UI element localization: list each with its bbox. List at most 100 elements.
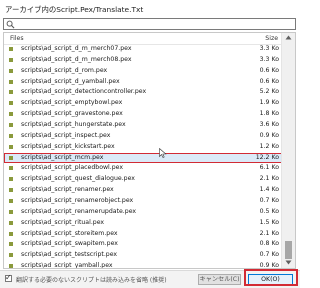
file-name: scripts\ad_script_mcm.pex (21, 153, 104, 161)
file-name: scripts\ad_script_gravestone.pex (21, 110, 123, 118)
file-size: 3.6 Ko (259, 121, 279, 129)
file-row[interactable]: scripts\ad_script_d_rom.pex 0.6 Ko (4, 66, 283, 77)
column-header-size[interactable]: Size (265, 35, 278, 42)
file-row[interactable]: scripts\ad_script_d_yamball.pex 0.6 Ko (4, 77, 283, 88)
file-size: 3.3 Ko (259, 45, 279, 52)
file-rows: scripts\ad_script_d_m_merch07.pex 3.3 Ko s… (4, 44, 283, 269)
scroll-up-arrow-icon[interactable] (285, 35, 292, 40)
file-icon (9, 57, 13, 62)
file-name: scripts\ad_script_ritual.pex (21, 218, 105, 226)
file-icon (9, 177, 13, 182)
file-icon (9, 112, 13, 117)
file-icon (9, 47, 13, 51)
file-icon (9, 220, 13, 225)
file-size: 2.1 Ko (259, 229, 279, 237)
file-list[interactable]: Files Size scripts\ad_script_d_m_merch07… (3, 32, 296, 269)
file-name: scripts\ad_script_storeitem.pex (21, 229, 118, 237)
file-name: scripts\ad_script_testscript.pex (21, 251, 118, 259)
file-size: 0.7 Ko (259, 197, 279, 205)
file-size: 0.6 Ko (259, 77, 279, 85)
file-size: 1.8 Ko (259, 110, 279, 118)
file-name: scripts\ad_script_kickstart.pex (21, 142, 115, 150)
file-row[interactable]: scripts\ad_script_quest_dialogue.pex 2.1 … (4, 174, 283, 185)
file-size: 0.8 Ko (259, 240, 279, 248)
file-row[interactable]: scripts\ad_script_d_m_merch08.pex 3.3 Ko (4, 55, 283, 66)
search-icon (6, 20, 15, 29)
skip-unneeded-scripts-checkbox[interactable]: ✓ (5, 273, 12, 282)
file-size: 0.9 Ko (259, 262, 279, 269)
file-row[interactable]: scripts\ad_script_detectioncontroller.pe… (4, 87, 283, 98)
file-icon (9, 209, 13, 214)
file-size: 1.9 Ko (259, 99, 279, 107)
file-name: scripts\ad_script_d_m_merch07.pex (21, 45, 132, 52)
dialog-footer: ✓ 翻訳する必要のないスクリプトは読み込みを省略 (推奨) キャンセル(C) O… (0, 270, 300, 288)
file-size: 3.3 Ko (259, 55, 279, 63)
file-row[interactable]: scripts\ad_script_kickstart.pex 1.2 Ko (4, 142, 283, 153)
file-icon (9, 123, 13, 128)
file-icon (9, 133, 13, 138)
file-row[interactable]: scripts\ad_script_placedbowl.pex 6.1 Ko (4, 163, 283, 174)
file-size: 2.1 Ko (259, 175, 279, 183)
file-icon (9, 90, 13, 95)
file-size: 0.7 Ko (259, 251, 279, 259)
file-icon (9, 188, 13, 193)
column-header-files[interactable]: Files (10, 35, 24, 42)
file-row[interactable]: scripts\ad_script_testscript.pex 0.7 Ko (4, 250, 283, 261)
file-icon (9, 144, 13, 149)
file-row[interactable]: scripts\ad_script_ritual.pex 1.5 Ko (4, 218, 283, 229)
file-name: scripts\ad_script_d_rom.pex (21, 66, 108, 74)
scroll-down-arrow-icon[interactable] (285, 260, 292, 265)
file-name: scripts\ad_script_placedbowl.pex (21, 164, 124, 172)
file-icon (9, 155, 13, 160)
file-size: 6.1 Ko (259, 164, 279, 172)
file-name: scripts\ad_script_renamerupdate.pex (21, 207, 137, 215)
file-name: scripts\ad_script_quest_dialogue.pex (21, 175, 135, 183)
file-size: 0.6 Ko (259, 66, 279, 74)
file-row[interactable]: scripts\ad_script_emptybowl.pex 1.9 Ko (4, 98, 283, 109)
file-name: scripts\ad_script_detectioncontroller.pe… (21, 88, 147, 96)
file-icon (9, 199, 13, 204)
skip-unneeded-scripts-label[interactable]: 翻訳する必要のないスクリプトは読み込みを省略 (推奨) (16, 275, 167, 284)
file-icon (9, 166, 13, 171)
file-name: scripts\ad_script_d_yamball.pex (21, 77, 120, 85)
window-title: アーカイブ内のScript.Pex/Translate.Txt (5, 5, 144, 14)
file-row[interactable]: scripts\ad_script_d_m_merch07.pex 3.3 Ko (4, 44, 283, 55)
file-row[interactable]: scripts\ad_script_storeitem.pex 2.1 Ko (4, 229, 283, 240)
file-name: scripts\ad_script_yamball.pex (21, 262, 113, 269)
file-icon (9, 264, 13, 268)
file-row[interactable]: scripts\ad_script_yamball.pex 0.9 Ko (4, 261, 283, 269)
file-icon (9, 101, 13, 106)
file-row[interactable]: scripts\ad_script_inspect.pex 0.9 Ko (4, 131, 283, 142)
search-box[interactable] (3, 18, 296, 30)
scrollbar-thumb[interactable] (285, 241, 292, 259)
file-row[interactable]: scripts\ad_script_hungerstate.pex 3.6 Ko (4, 120, 283, 131)
ok-button[interactable]: OK(O) (248, 274, 293, 285)
checkmark-icon: ✓ (5, 273, 12, 282)
file-size: 0.9 Ko (259, 131, 279, 139)
file-row-selected[interactable]: scripts\ad_script_mcm.pex 12.2 Ko (4, 152, 283, 164)
file-row[interactable]: scripts\ad_script_renamerobject.pex 0.7 K… (4, 196, 283, 207)
file-name: scripts\ad_script_d_m_merch08.pex (21, 55, 132, 63)
file-icon (9, 253, 13, 258)
search-input[interactable] (17, 19, 287, 29)
file-size: 0.5 Ko (259, 207, 279, 215)
file-row[interactable]: scripts\ad_script_gravestone.pex 1.8 Ko (4, 109, 283, 120)
file-name: scripts\ad_script_emptybowl.pex (21, 99, 123, 107)
file-row[interactable]: scripts\ad_script_renamer.pex 1.4 Ko (4, 185, 283, 196)
file-icon (9, 242, 13, 247)
file-row[interactable]: scripts\ad_script_renamerupdate.pex 0.5 K… (4, 207, 283, 218)
vertical-scrollbar[interactable] (281, 33, 295, 268)
file-name: scripts\ad_script_renamer.pex (21, 186, 114, 194)
file-size: 1.2 Ko (259, 142, 279, 150)
file-size: 1.5 Ko (259, 218, 279, 226)
file-icon (9, 231, 13, 236)
file-name: scripts\ad_script_swapitem.pex (21, 240, 118, 248)
cancel-button[interactable]: キャンセル(C) (198, 274, 241, 285)
file-icon (9, 68, 13, 73)
file-row[interactable]: scripts\ad_script_swapitem.pex 0.8 Ko (4, 239, 283, 250)
file-size: 1.4 Ko (259, 186, 279, 194)
file-icon (9, 79, 13, 84)
file-name: scripts\ad_script_hungerstate.pex (21, 121, 126, 129)
file-size: 5.2 Ko (259, 88, 279, 96)
file-name: scripts\ad_script_renamerobject.pex (21, 197, 134, 205)
